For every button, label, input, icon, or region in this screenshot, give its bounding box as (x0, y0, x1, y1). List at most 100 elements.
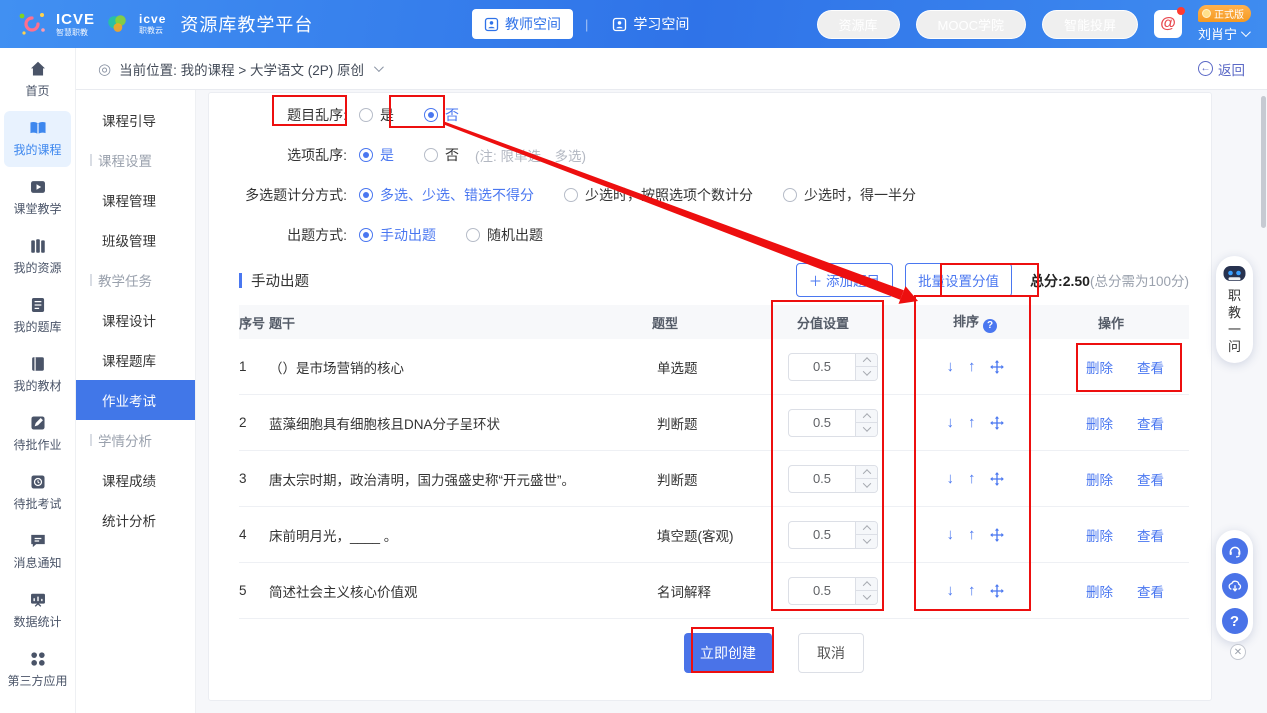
help-button[interactable]: ? (1222, 608, 1248, 634)
course-menu: 课程引导课程设置课程管理班级管理教学任务课程设计课程题库作业考试学情分析课程成绩… (76, 90, 196, 713)
sidebar-item-消息通知[interactable]: 消息通知 (4, 524, 71, 580)
sidebar-item-我的资源[interactable]: 我的资源 (4, 229, 71, 285)
classroom-icon (29, 178, 47, 196)
score-decrease-button[interactable] (856, 366, 877, 380)
create-button[interactable]: 立即创建 (684, 633, 772, 673)
course-menu-item-课程设计[interactable]: 课程设计 (76, 300, 195, 340)
delete-link[interactable]: 删除 (1086, 581, 1113, 601)
customer-service-button[interactable] (1222, 538, 1248, 564)
course-menu-item-课程题库[interactable]: 课程题库 (76, 340, 195, 380)
move-up-button[interactable]: ↑ (968, 583, 976, 598)
chevron-down-icon[interactable] (374, 62, 384, 72)
course-menu-item-课程管理[interactable]: 课程管理 (76, 180, 195, 220)
view-link[interactable]: 查看 (1137, 581, 1164, 601)
radio-option-少选时，按照选项个数计分[interactable]: 少选时，按照选项个数计分 (564, 185, 753, 205)
radio-option-否[interactable]: 否 (424, 105, 459, 125)
quick-link-MOOC学院[interactable]: MOOC学院 (916, 10, 1026, 39)
cancel-button[interactable]: 取消 (798, 633, 864, 673)
back-button[interactable]: ← 返回 (1198, 59, 1245, 79)
score-value[interactable]: 0.5 (789, 578, 855, 604)
quick-link-智能投屏[interactable]: 智能投屏 (1042, 10, 1138, 39)
move-down-button[interactable]: ↓ (947, 527, 955, 542)
delete-link[interactable]: 删除 (1086, 357, 1113, 377)
quick-link-资源库[interactable]: 资源库 (817, 10, 900, 39)
score-stepper[interactable]: 0.5 (788, 465, 878, 493)
course-menu-item-作业考试[interactable]: 作业考试 (76, 380, 195, 420)
score-decrease-button[interactable] (856, 534, 877, 548)
score-increase-button[interactable] (856, 578, 877, 591)
drag-move-icon[interactable] (990, 360, 1004, 374)
assistant-widget[interactable]: 职教一问 (1216, 256, 1253, 363)
radio-option-是[interactable]: 是 (359, 145, 394, 165)
score-stepper[interactable]: 0.5 (788, 409, 878, 437)
delete-link[interactable]: 删除 (1086, 525, 1113, 545)
sidebar-item-我的课程[interactable]: 我的课程 (4, 111, 71, 167)
radio-option-少选时，得一半分[interactable]: 少选时，得一半分 (783, 185, 916, 205)
move-up-button[interactable]: ↑ (968, 359, 976, 374)
score-value[interactable]: 0.5 (789, 410, 855, 436)
resources-icon (29, 237, 47, 255)
sidebar-item-待批作业[interactable]: 待批作业 (4, 406, 71, 462)
sidebar-item-第三方应用[interactable]: 第三方应用 (4, 642, 71, 698)
score-stepper[interactable]: 0.5 (788, 521, 878, 549)
sidebar-item-我的教材[interactable]: 我的教材 (4, 347, 71, 403)
sort-help-icon[interactable]: ? (983, 319, 997, 333)
add-question-button[interactable]: ＋ 添加题目 (796, 263, 893, 297)
radio-option-多选、少选、错选不得分[interactable]: 多选、少选、错选不得分 (359, 185, 534, 205)
collapse-toolbar-button[interactable]: ✕ (1230, 644, 1246, 660)
delete-link[interactable]: 删除 (1086, 469, 1113, 489)
move-down-button[interactable]: ↓ (947, 583, 955, 598)
avatar[interactable]: @ (1154, 10, 1182, 38)
radio-option-随机出题[interactable]: 随机出题 (466, 225, 543, 245)
score-value[interactable]: 0.5 (789, 466, 855, 492)
score-increase-button[interactable] (856, 354, 877, 367)
course-menu-item-统计分析[interactable]: 统计分析 (76, 500, 195, 540)
chevron-up-icon (862, 469, 870, 477)
course-menu-item-课程成绩[interactable]: 课程成绩 (76, 460, 195, 500)
sidebar-item-数据统计[interactable]: 数据统计 (4, 583, 71, 639)
move-down-button[interactable]: ↓ (947, 415, 955, 430)
drag-move-icon[interactable] (990, 472, 1004, 486)
nav-tab-learning-space[interactable]: 学习空间 (600, 9, 701, 39)
score-value[interactable]: 0.5 (789, 522, 855, 548)
score-decrease-button[interactable] (856, 422, 877, 436)
score-increase-button[interactable] (856, 410, 877, 423)
batch-score-button[interactable]: 批量设置分值 (905, 263, 1012, 297)
course-menu-item-班级管理[interactable]: 班级管理 (76, 220, 195, 260)
score-decrease-button[interactable] (856, 478, 877, 492)
score-increase-button[interactable] (856, 466, 877, 479)
score-increase-button[interactable] (856, 522, 877, 535)
score-stepper[interactable]: 0.5 (788, 577, 878, 605)
move-up-button[interactable]: ↑ (968, 471, 976, 486)
drag-move-icon[interactable] (990, 528, 1004, 542)
drag-move-icon[interactable] (990, 584, 1004, 598)
move-down-button[interactable]: ↓ (947, 471, 955, 486)
sidebar-item-home[interactable]: 首页 (4, 52, 71, 108)
score-stepper[interactable]: 0.5 (788, 353, 878, 381)
scrollbar[interactable] (1261, 96, 1266, 228)
radio-option-否[interactable]: 否 (424, 145, 459, 165)
sidebar-item-待批考试[interactable]: 待批考试 (4, 465, 71, 521)
setting-row: 选项乱序:是否(注: 限单选、多选) (209, 135, 1211, 175)
move-up-button[interactable]: ↑ (968, 415, 976, 430)
sidebar-item-我的题库[interactable]: 我的题库 (4, 288, 71, 344)
move-up-button[interactable]: ↑ (968, 527, 976, 542)
move-down-button[interactable]: ↓ (947, 359, 955, 374)
view-link[interactable]: 查看 (1137, 469, 1164, 489)
settings-form: 题目乱序:是否选项乱序:是否(注: 限单选、多选)多选题计分方式:多选、少选、错… (209, 93, 1211, 255)
view-link[interactable]: 查看 (1137, 357, 1164, 377)
score-value[interactable]: 0.5 (789, 354, 855, 380)
nav-tab-teacher-space[interactable]: 教师空间 (472, 9, 573, 39)
radio-option-手动出题[interactable]: 手动出题 (359, 225, 436, 245)
course-menu-item-课程引导[interactable]: 课程引导 (76, 100, 195, 140)
view-link[interactable]: 查看 (1137, 525, 1164, 545)
score-decrease-button[interactable] (856, 590, 877, 604)
user-menu[interactable]: 刘肖宁 (1198, 24, 1248, 43)
download-button[interactable] (1222, 573, 1248, 599)
delete-link[interactable]: 删除 (1086, 413, 1113, 433)
sidebar-item-课堂教学[interactable]: 课堂教学 (4, 170, 71, 226)
chevron-down-icon (862, 480, 870, 488)
radio-option-是[interactable]: 是 (359, 105, 394, 125)
drag-move-icon[interactable] (990, 416, 1004, 430)
view-link[interactable]: 查看 (1137, 413, 1164, 433)
